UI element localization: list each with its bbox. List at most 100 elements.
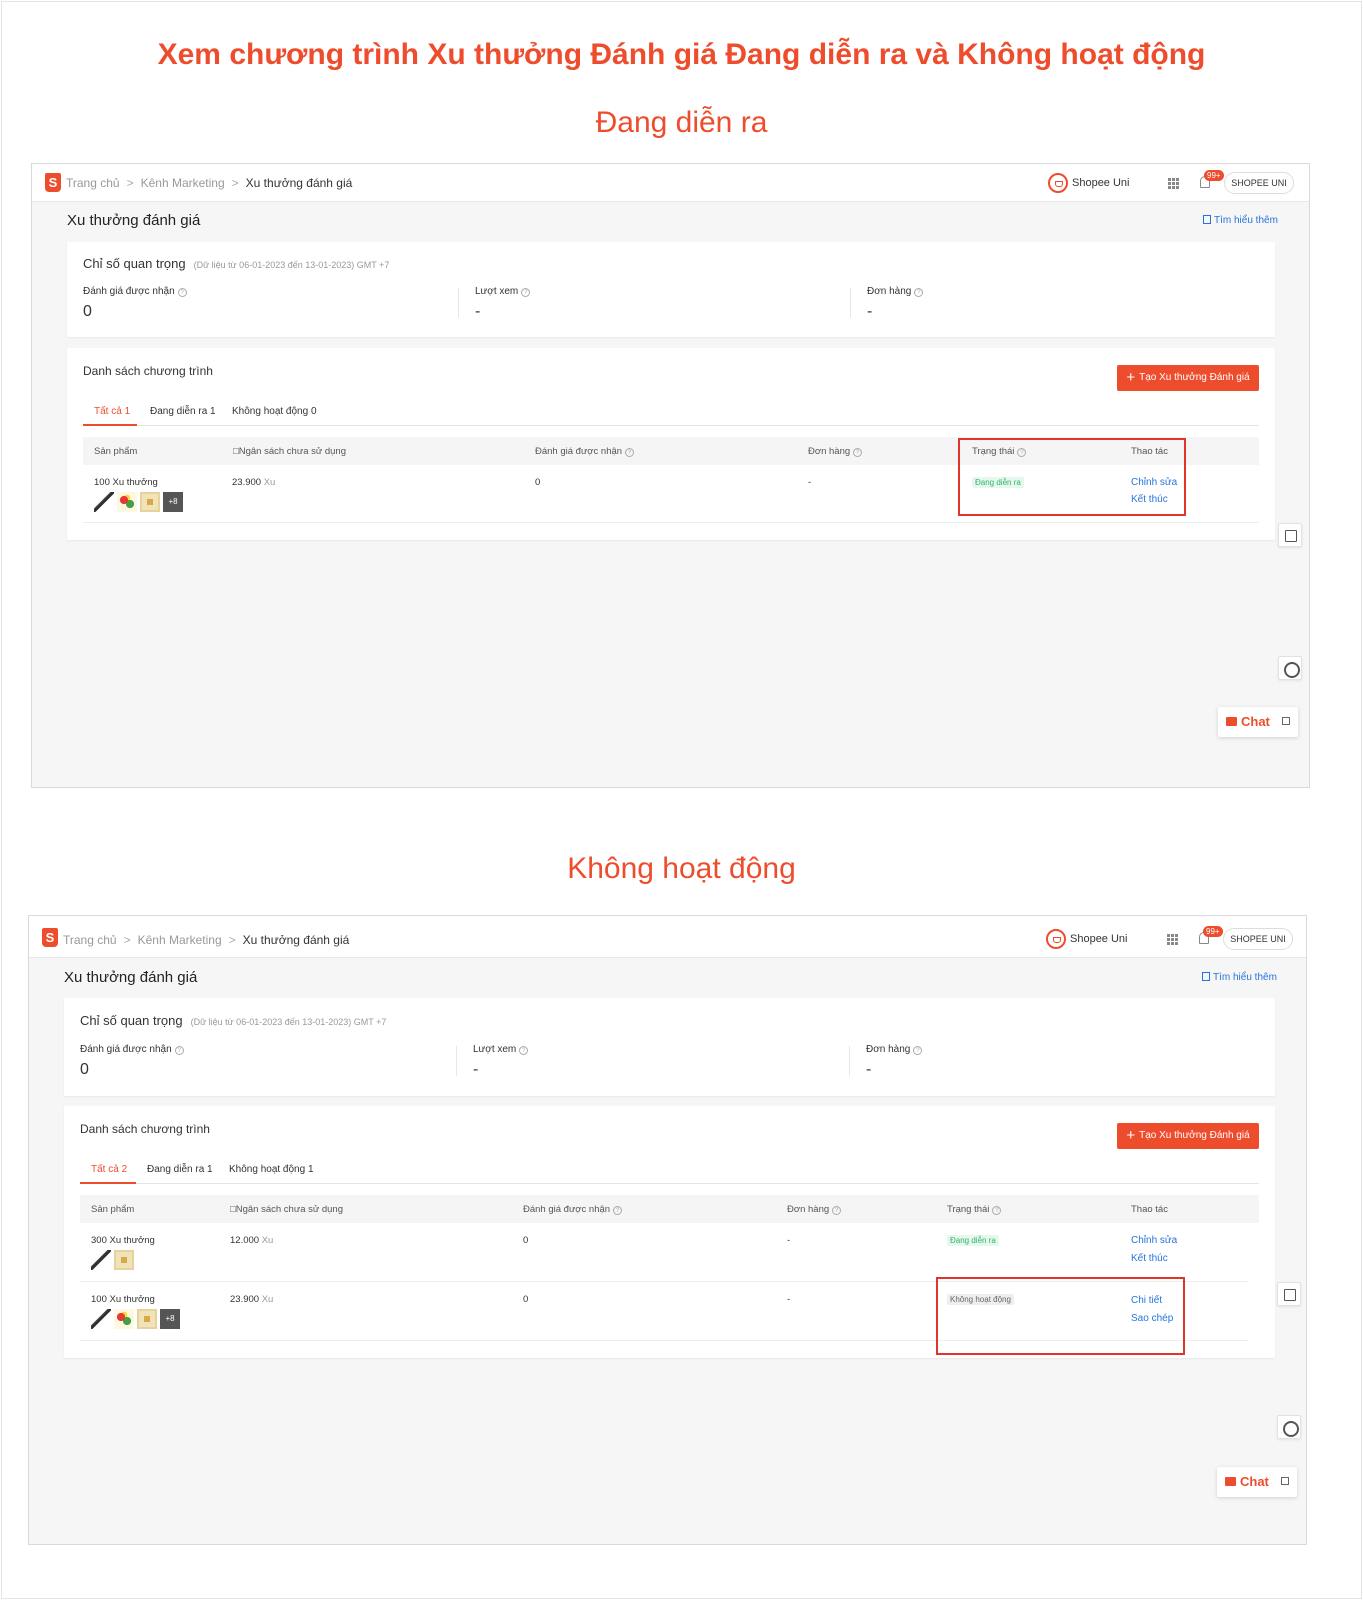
tab-bar: Tất cả 1 Đang diễn ra 1 Không hoạt động … <box>83 398 1259 426</box>
screenshot-inactive: S Trang chủ > Kênh Marketing > Xu thưởng đán… <box>28 915 1307 1545</box>
help-icon[interactable]: ? <box>913 1046 923 1055</box>
breadcrumb: Trang chủ > Kênh Marketing > Xu thưởng đánh … <box>63 933 349 947</box>
expand-icon[interactable] <box>1282 717 1290 725</box>
help-icon[interactable]: ? <box>992 1206 1002 1215</box>
create-review-reward-button[interactable]: + Tạo Xu thưởng Đánh giá <box>1117 365 1259 391</box>
col-reviews-text: Đánh giá được nhận <box>523 1204 611 1215</box>
breadcrumb-current: Xu thưởng đánh giá <box>242 933 350 947</box>
row-budget: 23.900 Xu <box>230 1294 273 1305</box>
product-image <box>91 1309 111 1329</box>
metrics-range: (Dữ liệu từ 06-01-2023 đến 13-01-2023) G… <box>193 260 390 270</box>
create-review-reward-button[interactable]: + Tạo Xu thưởng Đánh giá <box>1117 1123 1259 1149</box>
tab-inactive[interactable]: Không hoạt động 1 <box>229 1164 314 1175</box>
shopee-uni-icon <box>1048 173 1068 193</box>
help-icon[interactable]: ? <box>914 288 924 297</box>
col-status-text: Trạng thái <box>947 1204 990 1215</box>
breadcrumb-marketing[interactable]: Kênh Marketing <box>141 176 225 190</box>
row-budget-unit: Xu <box>261 1294 274 1305</box>
notification-badge: 99+ <box>1203 926 1223 937</box>
screenshot-active: S Trang chủ > Kênh Marketing > Xu thưởng đán… <box>31 163 1310 788</box>
main-title: Xem chương trình Xu thưởng Đánh giá Đang… <box>157 38 1206 71</box>
breadcrumb-marketing[interactable]: Kênh Marketing <box>138 933 222 947</box>
create-button-label: Tạo Xu thưởng Đánh giá <box>1139 1130 1250 1141</box>
metric-orders-label: Đơn hàng? <box>866 1044 923 1055</box>
chevron-right-icon: > <box>123 933 131 947</box>
list-title: Danh sách chương trình <box>83 364 213 378</box>
help-icon[interactable]: ? <box>625 448 635 457</box>
col-reviews: Đánh giá được nhận? <box>535 446 635 457</box>
breadcrumb: Trang chủ > Kênh Marketing > Xu thưởng đánh … <box>66 176 352 190</box>
status-badge: Đang diễn ra <box>947 1235 999 1246</box>
apps-grid-icon[interactable] <box>1168 178 1179 189</box>
metrics-title: Chỉ số quan trọng (Dữ liệu từ 06-01-2023 … <box>80 1013 386 1028</box>
shopee-logo-icon[interactable]: S <box>45 173 61 192</box>
plus-icon: + <box>1126 1127 1136 1144</box>
help-icon[interactable]: ? <box>519 1046 529 1055</box>
breadcrumb-home[interactable]: Trang chủ <box>66 176 120 190</box>
help-icon[interactable]: ? <box>521 288 531 297</box>
help-icon[interactable]: ? <box>832 1206 842 1215</box>
help-icon[interactable]: ? <box>174 1046 184 1055</box>
tab-inactive[interactable]: Không hoạt động 0 <box>232 406 317 417</box>
end-link[interactable]: Kết thúc <box>1131 1253 1168 1264</box>
product-thumbnails[interactable]: +8 <box>94 492 186 512</box>
shopee-uni-pill-button[interactable]: SHOPEE UNI <box>1223 928 1293 950</box>
headset-icon[interactable] <box>1277 1415 1301 1439</box>
tab-all[interactable]: Tất cả 1 <box>94 406 130 417</box>
shopee-uni-pill-button[interactable]: SHOPEE UNI <box>1224 172 1294 194</box>
breadcrumb-home[interactable]: Trang chủ <box>63 933 117 947</box>
expand-icon[interactable] <box>1281 1477 1289 1485</box>
edit-link[interactable]: Chỉnh sửa <box>1131 1235 1177 1246</box>
row-orders: - <box>787 1235 791 1246</box>
shopee-uni-link[interactable]: Shopee Uni <box>1046 929 1128 949</box>
headset-icon[interactable] <box>1278 656 1302 680</box>
list-title: Danh sách chương trình <box>80 1122 210 1136</box>
product-thumbnails[interactable]: +8 <box>91 1309 183 1329</box>
shopee-uni-label: Shopee Uni <box>1072 176 1130 189</box>
divider <box>850 288 851 318</box>
pulse-icon[interactable] <box>1278 523 1302 547</box>
metric-views-label: Lượt xem? <box>473 1044 529 1055</box>
metrics-title: Chỉ số quan trọng (Dữ liệu từ 06-01-2023 … <box>83 256 389 271</box>
chevron-right-icon: > <box>228 933 236 947</box>
metrics-card: Chỉ số quan trọng (Dữ liệu từ 06-01-2023 … <box>67 242 1275 337</box>
col-reviews: Đánh giá được nhận? <box>523 1204 623 1215</box>
help-icon[interactable]: ? <box>613 1206 623 1215</box>
row-name: 100 Xu thưởng <box>91 1294 155 1305</box>
tab-ongoing[interactable]: Đang diễn ra 1 <box>150 406 216 417</box>
pulse-icon[interactable] <box>1277 1282 1301 1306</box>
shopee-logo-icon[interactable]: S <box>42 928 58 947</box>
help-icon[interactable]: ? <box>177 288 187 297</box>
row-budget-value: 23.900 <box>232 477 262 488</box>
shopee-uni-label: Shopee Uni <box>1070 932 1128 945</box>
col-status: Trạng thái? <box>947 1204 1002 1215</box>
help-icon[interactable]: ? <box>853 448 863 457</box>
chat-button[interactable]: Chat <box>1217 1467 1297 1497</box>
table-row: 300 Xu thưởng 12.000 Xu 0 - Đang diễn ra… <box>80 1223 1248 1282</box>
apps-grid-icon[interactable] <box>1167 934 1178 945</box>
row-budget-unit: Xu <box>263 477 276 488</box>
learn-more-link[interactable]: Tìm hiểu thêm <box>1203 215 1278 226</box>
divider <box>456 1046 457 1076</box>
metric-reviews-label: Đánh giá được nhận? <box>80 1044 184 1055</box>
learn-more-link[interactable]: Tìm hiểu thêm <box>1202 972 1277 983</box>
product-image <box>91 1250 111 1270</box>
chat-label: Chat <box>1241 714 1270 729</box>
shopee-uni-link[interactable]: Shopee Uni <box>1048 173 1130 193</box>
learn-more-label: Tìm hiểu thêm <box>1214 215 1278 226</box>
tab-all[interactable]: Tất cả 2 <box>91 1164 127 1175</box>
tab-ongoing[interactable]: Đang diễn ra 1 <box>147 1164 213 1175</box>
metric-views-text: Lượt xem <box>475 286 519 297</box>
row-reviews: 0 <box>523 1294 529 1305</box>
row-budget-unit: Xu <box>261 1235 274 1246</box>
row-budget: 23.900 Xu <box>232 477 275 488</box>
metric-orders-value: - <box>866 1061 872 1078</box>
metrics-range: (Dữ liệu từ 06-01-2023 đến 13-01-2023) G… <box>190 1017 387 1027</box>
metrics-title-text: Chỉ số quan trọng <box>83 256 186 271</box>
document-icon <box>1202 972 1210 981</box>
shopee-uni-icon <box>1046 929 1066 949</box>
product-image <box>114 1250 134 1270</box>
chat-button[interactable]: Chat <box>1218 707 1298 737</box>
more-products-badge: +8 <box>163 492 183 512</box>
product-thumbnails[interactable] <box>91 1250 137 1270</box>
